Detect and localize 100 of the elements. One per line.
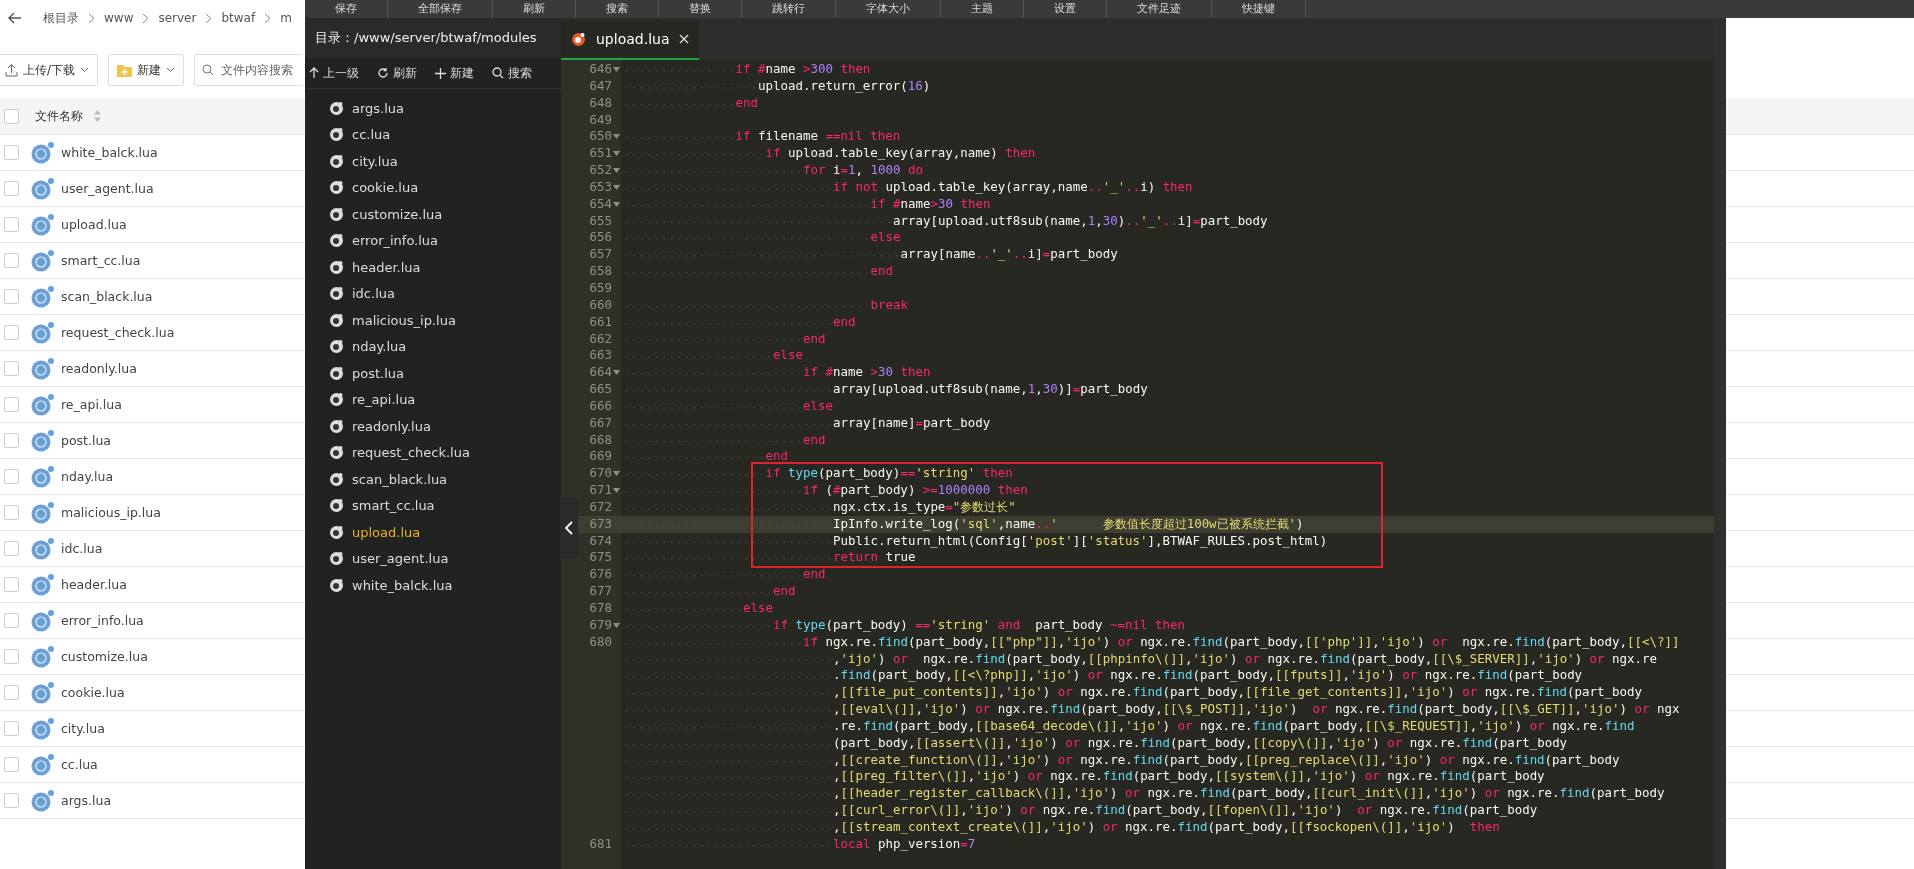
file-name[interactable]: white_balck.lua xyxy=(61,145,158,160)
row-checkbox[interactable] xyxy=(4,505,19,520)
sidebar-action[interactable]: 新建 xyxy=(433,62,476,84)
fold-arrow-icon[interactable] xyxy=(613,370,620,376)
sidebar-action[interactable]: 上一级 xyxy=(307,62,361,84)
file-name[interactable]: request_check.lua xyxy=(61,325,175,340)
sidebar-file[interactable]: white_balck.lua xyxy=(352,577,453,593)
column-header[interactable]: 文件名称 xyxy=(35,107,83,125)
row-checkbox[interactable] xyxy=(4,793,19,808)
row-checkbox[interactable] xyxy=(4,361,19,376)
sidebar-file[interactable]: post.lua xyxy=(352,365,405,381)
row-checkbox[interactable] xyxy=(4,145,19,160)
lua-file-icon xyxy=(31,573,55,596)
lua-file-icon xyxy=(31,249,55,272)
row-checkbox[interactable] xyxy=(4,649,19,664)
row-checkbox[interactable] xyxy=(4,685,19,700)
sidebar-action[interactable]: 刷新 xyxy=(375,62,419,84)
code-line: if filename ==nil then xyxy=(735,128,901,146)
breadcrumb-link[interactable]: server xyxy=(158,11,197,25)
row-checkbox[interactable] xyxy=(4,577,19,592)
sidebar-file[interactable]: upload.lua xyxy=(352,524,421,540)
back-arrow-icon[interactable] xyxy=(8,12,22,24)
file-icon xyxy=(329,312,344,328)
file-name[interactable]: readonly.lua xyxy=(61,361,137,376)
sidebar-file[interactable]: idc.lua xyxy=(352,286,395,302)
file-name[interactable]: error_info.lua xyxy=(61,613,144,628)
sidebar-file[interactable]: city.lua xyxy=(352,153,398,169)
file-name[interactable]: re_api.lua xyxy=(61,397,122,412)
file-name[interactable]: cc.lua xyxy=(61,757,98,772)
fold-arrow-icon[interactable] xyxy=(613,201,620,207)
fold-arrow-icon[interactable] xyxy=(613,151,620,157)
sidebar-file[interactable]: scan_black.lua xyxy=(352,471,448,487)
file-name[interactable]: post.lua xyxy=(61,433,112,448)
sidebar-file[interactable]: user_agent.lua xyxy=(352,551,449,567)
breadcrumb-link[interactable]: btwaf xyxy=(221,11,256,25)
sidebar-file[interactable]: cc.lua xyxy=(352,127,391,143)
code-line: if not upload.table_key(array,name..'_'..i) then xyxy=(833,178,1193,196)
sidebar-file[interactable]: re_api.lua xyxy=(352,392,416,408)
fold-arrow-icon[interactable] xyxy=(613,67,620,72)
file-name[interactable]: scan_black.lua xyxy=(61,289,153,304)
breadcrumb-link[interactable]: 根目录 xyxy=(43,9,79,27)
sort-icon[interactable] xyxy=(93,109,102,123)
row-checkbox[interactable] xyxy=(4,541,19,556)
upload-download-button[interactable]: 上传/下载 xyxy=(0,54,99,86)
sidebar-file[interactable]: malicious_ip.lua xyxy=(352,312,456,328)
fold-arrow-icon[interactable] xyxy=(613,184,620,190)
breadcrumb-link[interactable]: www xyxy=(104,11,134,25)
row-checkbox[interactable] xyxy=(4,253,19,268)
row-checkbox[interactable] xyxy=(4,613,19,628)
search-icon xyxy=(202,64,215,76)
new-button[interactable]: 新建 xyxy=(108,54,185,86)
file-icon xyxy=(329,392,344,408)
sidebar-action[interactable]: 搜索 xyxy=(490,62,534,84)
scrollbar[interactable] xyxy=(1714,18,1726,869)
row-checkbox[interactable] xyxy=(4,757,19,772)
file-name[interactable]: malicious_ip.lua xyxy=(61,505,161,520)
file-icon xyxy=(329,127,344,143)
sidebar-file[interactable]: request_check.lua xyxy=(352,445,470,461)
sidebar-file[interactable]: cookie.lua xyxy=(352,180,419,196)
row-checkbox[interactable] xyxy=(4,289,19,304)
code-line: local php_version=7 xyxy=(833,835,976,853)
sidebar-file[interactable]: args.lua xyxy=(352,100,405,116)
file-name[interactable]: header.lua xyxy=(61,577,127,592)
collapse-handle[interactable] xyxy=(560,497,578,559)
row-checkbox[interactable] xyxy=(4,397,19,412)
file-name[interactable]: customize.lua xyxy=(61,649,148,664)
plus-icon xyxy=(435,67,446,79)
fold-arrow-icon[interactable] xyxy=(613,471,620,477)
sidebar-file[interactable]: customize.lua xyxy=(352,206,443,222)
row-checkbox[interactable] xyxy=(4,217,19,232)
row-checkbox[interactable] xyxy=(4,325,19,340)
breadcrumb-link[interactable]: m xyxy=(280,11,292,25)
sidebar-file[interactable]: readonly.lua xyxy=(352,418,431,434)
fold-arrow-icon[interactable] xyxy=(613,134,620,140)
editor-tab[interactable]: upload.lua xyxy=(561,20,700,60)
file-name[interactable]: city.lua xyxy=(61,721,105,736)
search-field[interactable]: 文件内容搜索 xyxy=(194,54,304,86)
close-icon[interactable] xyxy=(679,34,690,44)
file-name[interactable]: smart_cc.lua xyxy=(61,253,141,268)
file-name[interactable]: args.lua xyxy=(61,793,112,808)
file-name[interactable]: upload.lua xyxy=(61,217,127,232)
fold-arrow-icon[interactable] xyxy=(613,488,620,494)
sidebar-file[interactable]: smart_cc.lua xyxy=(352,498,435,514)
lua-file-icon xyxy=(31,357,55,380)
row-checkbox[interactable] xyxy=(4,469,19,484)
line-number: 664 xyxy=(589,364,612,382)
file-name[interactable]: nday.lua xyxy=(61,469,114,484)
fold-arrow-icon[interactable] xyxy=(613,168,620,174)
search-icon xyxy=(492,67,504,79)
fold-arrow-icon[interactable] xyxy=(613,622,620,628)
select-all-checkbox[interactable] xyxy=(4,108,19,124)
file-name[interactable]: cookie.lua xyxy=(61,685,125,700)
row-checkbox[interactable] xyxy=(4,181,19,196)
row-checkbox[interactable] xyxy=(4,433,19,448)
row-checkbox[interactable] xyxy=(4,721,19,736)
file-name[interactable]: user_agent.lua xyxy=(61,181,154,196)
sidebar-file[interactable]: nday.lua xyxy=(352,339,407,355)
sidebar-file[interactable]: header.lua xyxy=(352,259,421,275)
sidebar-file[interactable]: error_info.lua xyxy=(352,233,439,249)
file-name[interactable]: idc.lua xyxy=(61,541,103,556)
